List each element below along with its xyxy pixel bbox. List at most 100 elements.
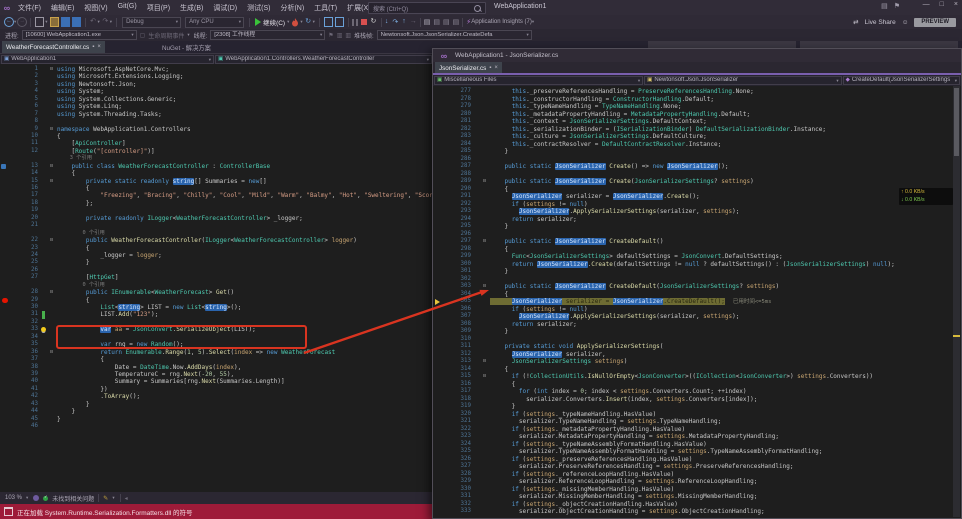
- breakpoint-margin[interactable]: [0, 170, 11, 177]
- breakpoint-margin[interactable]: [0, 133, 11, 140]
- breakpoint-margin[interactable]: [433, 306, 444, 314]
- continue-button[interactable]: 继续(C): [255, 17, 285, 27]
- save-icon[interactable]: [61, 17, 70, 27]
- edit-pencil-icon[interactable]: ✎: [103, 495, 108, 502]
- breakpoint-margin[interactable]: [433, 366, 444, 374]
- breakpoint-margin[interactable]: [433, 111, 444, 119]
- fold-marker[interactable]: ⊟: [46, 237, 57, 244]
- breakpoint-margin[interactable]: [433, 216, 444, 224]
- breakpoint-margin[interactable]: [433, 148, 444, 156]
- breakpoint-margin[interactable]: [0, 148, 11, 155]
- fold-marker[interactable]: ⊟: [479, 358, 490, 366]
- notifications-icon[interactable]: ⚑: [894, 2, 900, 10]
- breakpoint-margin[interactable]: [433, 276, 444, 284]
- fold-marker[interactable]: ⊟: [46, 126, 57, 133]
- breakpoint-margin[interactable]: [0, 88, 11, 95]
- breakpoint-margin[interactable]: [0, 267, 11, 274]
- restart-app-icon[interactable]: ↻: [304, 16, 313, 28]
- floating-window-titlebar[interactable]: ∞ WebApplication1 - JsonSerializer.cs: [433, 49, 961, 62]
- breakpoint-margin[interactable]: [433, 426, 444, 434]
- breakpoint-margin[interactable]: [0, 103, 11, 110]
- breakpoint-margin[interactable]: [433, 328, 444, 336]
- breakpoint-margin[interactable]: [0, 230, 11, 237]
- menu-item[interactable]: 文件(F): [14, 3, 45, 13]
- health-status-text[interactable]: 未找到相关问题: [52, 494, 94, 503]
- feedback-icon[interactable]: ☺: [902, 19, 909, 26]
- breakpoint-margin[interactable]: [0, 185, 11, 192]
- breakpoint-margin[interactable]: [0, 96, 11, 103]
- breakpoint-margin[interactable]: [0, 178, 11, 185]
- breakpoint-margin[interactable]: [433, 441, 444, 449]
- search-input[interactable]: 搜索 (Ctrl+Q): [368, 2, 486, 14]
- show-next-statement-icon[interactable]: →: [410, 18, 417, 26]
- break-all-icon[interactable]: [352, 19, 359, 26]
- breakpoint-margin[interactable]: [0, 289, 11, 296]
- breakpoint-margin[interactable]: [433, 126, 444, 134]
- breakpoint-margin[interactable]: [0, 282, 11, 289]
- breakpoint-margin[interactable]: [433, 186, 444, 194]
- step-into-icon[interactable]: ↓: [385, 18, 389, 26]
- breakpoint-margin[interactable]: [0, 416, 11, 423]
- tab-weatherforecastcontroller[interactable]: WeatherForecastController.cs ▪ ×: [2, 41, 105, 53]
- breakpoint-margin[interactable]: [433, 456, 444, 464]
- breakpoint-margin[interactable]: [0, 200, 11, 207]
- breakpoint-margin[interactable]: [433, 88, 444, 96]
- breakpoint-margin[interactable]: [0, 349, 11, 356]
- fold-marker[interactable]: ⊟: [479, 373, 490, 381]
- breakpoint-margin[interactable]: [0, 163, 11, 170]
- close-tab-icon[interactable]: ×: [97, 44, 101, 50]
- updates-icon[interactable]: ▤: [881, 2, 888, 10]
- breakpoint-margin[interactable]: [433, 508, 444, 516]
- stackframe-combo[interactable]: Newtonsoft.Json.JsonSerializer.CreateDef…: [377, 30, 532, 40]
- breakpoint-margin[interactable]: [433, 231, 444, 239]
- breakpoint-margin[interactable]: [0, 371, 11, 378]
- breakpoint-margin[interactable]: [0, 140, 11, 147]
- breakpoint-margin[interactable]: [0, 207, 11, 214]
- breakpoint-margin[interactable]: [0, 341, 11, 348]
- breakpoint-margin[interactable]: [433, 283, 444, 291]
- fold-marker[interactable]: ⊟: [46, 66, 57, 73]
- fold-marker[interactable]: ⊟: [46, 349, 57, 356]
- solution-configuration-combo[interactable]: Debug: [122, 17, 181, 28]
- breakpoint-margin[interactable]: [0, 245, 11, 252]
- breakpoint-margin[interactable]: [0, 111, 11, 118]
- sync-icon[interactable]: [33, 495, 39, 501]
- breakpoint-margin[interactable]: [0, 304, 11, 311]
- breakpoint-margin[interactable]: [433, 351, 444, 359]
- tab-nuget[interactable]: NuGet - 解决方案: [158, 41, 215, 53]
- breakpoint-margin[interactable]: [433, 448, 444, 456]
- breakpoint-margin[interactable]: [433, 493, 444, 501]
- breakpoint-margin[interactable]: [433, 381, 444, 389]
- vertical-scrollbar[interactable]: [953, 86, 960, 517]
- menu-item[interactable]: Git(G): [114, 3, 141, 13]
- breakpoint-margin[interactable]: [433, 291, 444, 299]
- breakpoint-margin[interactable]: [433, 178, 444, 186]
- hot-reload-icon[interactable]: [291, 18, 299, 27]
- breakpoint-margin[interactable]: [433, 96, 444, 104]
- fold-marker[interactable]: ⊟: [479, 238, 490, 246]
- breakpoint-margin[interactable]: [433, 253, 444, 261]
- thread-combo[interactable]: [2308] 工作线程: [210, 30, 325, 40]
- menu-item[interactable]: 项目(P): [143, 3, 174, 13]
- flag-threads-icon[interactable]: ⚑: [328, 32, 333, 39]
- navigate-forward-icon[interactable]: →: [17, 17, 27, 27]
- lifecycle-events-button[interactable]: 生命周期事件: [148, 31, 184, 40]
- breakpoint-margin[interactable]: [0, 73, 11, 80]
- pin-icon[interactable]: ▪: [92, 44, 94, 50]
- show-output-icon[interactable]: [335, 17, 344, 27]
- breadcrumb-project[interactable]: ▣ Miscellaneous Files: [434, 76, 643, 85]
- restore-button[interactable]: □: [940, 1, 944, 8]
- breakpoint-margin[interactable]: [433, 418, 444, 426]
- step-over-icon[interactable]: ↷: [392, 18, 398, 26]
- new-file-icon[interactable]: [35, 17, 44, 27]
- breakpoint-margin[interactable]: [0, 81, 11, 88]
- fold-marker[interactable]: ⊟: [479, 178, 490, 186]
- breakpoint-margin[interactable]: [0, 118, 11, 125]
- breadcrumb-member[interactable]: ◆ CreateDefault(JsonSerializerSettings: [843, 76, 960, 85]
- breakpoint-margin[interactable]: [0, 401, 11, 408]
- breakpoint-margin[interactable]: [0, 274, 11, 281]
- breakpoint-margin[interactable]: [0, 378, 11, 385]
- close-tab-icon[interactable]: ×: [494, 65, 498, 71]
- breakpoint-margin[interactable]: [0, 386, 11, 393]
- breakpoint-margin[interactable]: [433, 388, 444, 396]
